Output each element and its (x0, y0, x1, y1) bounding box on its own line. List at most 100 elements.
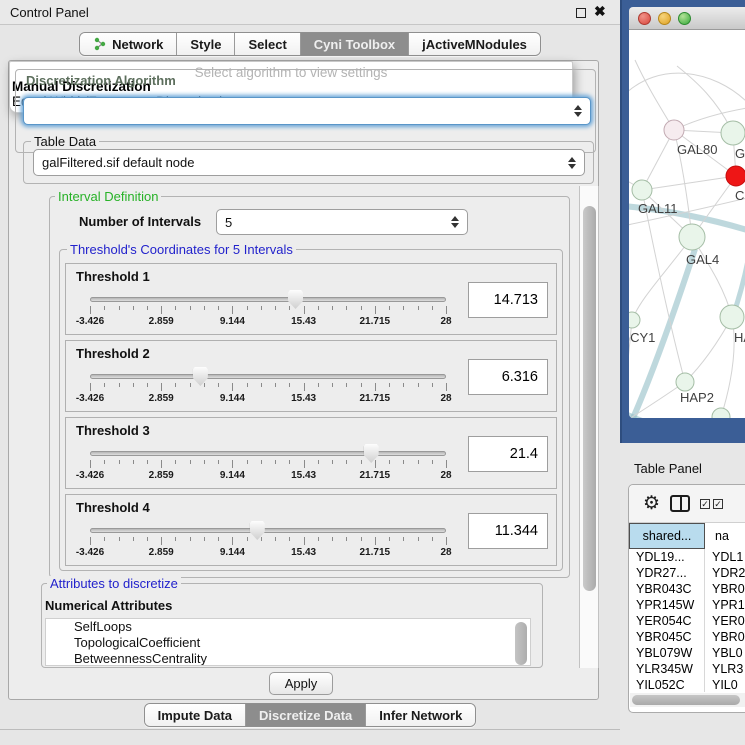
combo-arrows-icon (568, 157, 576, 169)
slider-track[interactable] (90, 528, 446, 533)
network-view-window[interactable]: GAL80GACGAL11GAL4GCY1HAHAP2 (620, 0, 745, 443)
numerical-attributes-label: Numerical Attributes (45, 598, 172, 613)
network-canvas[interactable]: GAL80GACGAL11GAL4GCY1HAHAP2 (629, 30, 745, 418)
num-intervals-label: Number of Intervals (79, 214, 201, 229)
slider-ticks (90, 306, 446, 315)
network-node (721, 121, 745, 145)
threshold-row: Threshold 3-3.4262.8599.14415.4321.71528… (65, 417, 557, 489)
table-row[interactable]: YLR345WYLR3 (629, 661, 745, 677)
network-node (629, 312, 640, 328)
tab-cyni-toolbox[interactable]: Cyni Toolbox (301, 33, 409, 55)
table-row[interactable]: YBR045CYBR0 (629, 629, 745, 645)
interval-definition-title: Interval Definition (55, 189, 161, 204)
tab-select[interactable]: Select (235, 33, 300, 55)
node-label: GAL11 (638, 201, 678, 216)
column-layout-icon[interactable] (670, 495, 690, 512)
table-data-combobox[interactable]: galFiltered.sif default node (33, 149, 585, 176)
table-row[interactable]: YDR27...YDR2 (629, 565, 745, 581)
slider-track[interactable] (90, 451, 446, 456)
table-row[interactable]: YPR145WYPR1 (629, 597, 745, 613)
threshold-row: Threshold 4 -3.4262.8599.14415.4321.71528… (65, 494, 557, 566)
table-row[interactable]: YER054CYER0 (629, 613, 745, 629)
list-scrollbar[interactable] (515, 622, 527, 665)
threshold-value-field[interactable]: 14.713 (468, 282, 548, 318)
table-container: ⚙ ✓ ✓ shared... na YDL19...YDL1YDR27...Y… (628, 484, 745, 713)
table-toolbar: ⚙ ✓ ✓ (629, 485, 745, 523)
combo-arrows-icon (451, 216, 459, 228)
threshold-label: Threshold 1 (76, 269, 150, 284)
slider-track[interactable] (90, 374, 446, 379)
float-window-icon[interactable] (576, 8, 586, 18)
apply-button[interactable]: Apply (269, 672, 333, 695)
scrollbar-thumb[interactable] (632, 695, 740, 705)
table-rows[interactable]: YDL19...YDL1YDR27...YDR2YBR043CYBR0YPR14… (629, 549, 745, 692)
table-row[interactable]: YBL079WYBL0 (629, 645, 745, 661)
gear-icon[interactable]: ⚙ (643, 494, 660, 513)
checkbox-checked-icon[interactable]: ✓ (700, 499, 710, 509)
slider-track[interactable] (90, 297, 446, 302)
attribute-item[interactable]: SelfLoops (46, 619, 530, 635)
zoom-traffic-light[interactable] (678, 12, 691, 25)
node-label: GCY1 (629, 330, 655, 345)
slider-ticks (90, 537, 446, 546)
combo-arrows-icon (574, 105, 582, 117)
slider-tick-labels: -3.4262.8599.14415.4321.71528 (90, 393, 446, 405)
slider-ticks (90, 460, 446, 469)
attribute-item[interactable]: TopologicalCoefficient (46, 635, 530, 651)
network-node (720, 305, 744, 329)
close-icon[interactable]: ✖ (594, 3, 606, 20)
tab-discretize-data[interactable]: Discretize Data (246, 704, 366, 726)
network-icon (93, 37, 107, 51)
network-graph: GAL80GACGAL11GAL4GCY1HAHAP2 (629, 30, 745, 418)
numerical-attributes-list[interactable]: SelfLoops TopologicalCoefficient Between… (45, 618, 531, 666)
network-node (664, 120, 684, 140)
tab-infer-network[interactable]: Infer Network (366, 704, 475, 726)
table-row[interactable]: YDL19...YDL1 (629, 549, 745, 565)
table-header: shared... na (629, 523, 745, 549)
node-label: GA (735, 146, 745, 161)
scrollbar-thumb[interactable] (583, 206, 596, 591)
network-node (726, 166, 745, 186)
slider-tick-labels: -3.4262.8599.14415.4321.71528 (90, 547, 446, 559)
node-label: C (735, 188, 744, 203)
network-window-titlebar[interactable] (629, 7, 745, 30)
threshold-value-field[interactable]: 11.344 (468, 513, 548, 549)
table-row[interactable]: YBR043CYBR0 (629, 581, 745, 597)
tab-network-label: Network (112, 37, 163, 52)
column-header-name[interactable]: na (705, 523, 745, 549)
threshold-value-field[interactable]: 21.4 (468, 436, 548, 472)
tab-jactivemnodules[interactable]: jActiveMNodules (409, 33, 540, 55)
node-label: GAL80 (677, 142, 717, 157)
minimize-traffic-light[interactable] (658, 12, 671, 25)
network-node (676, 373, 694, 391)
threshold-label: Threshold 4 (76, 500, 150, 515)
threshold-row: Threshold 2 -3.4262.8599.14415.4321.71528… (65, 340, 557, 412)
tab-style[interactable]: Style (177, 33, 235, 55)
table-row[interactable]: YIL052CYIL0 (629, 677, 745, 692)
cyni-toolbox-content: Discretization Algorithm Select algorith… (8, 60, 599, 700)
slider-ticks (90, 383, 446, 392)
node-label: GAL4 (686, 252, 719, 267)
threshold-value-field[interactable]: 6.316 (468, 359, 548, 395)
network-node (632, 180, 652, 200)
num-intervals-combobox[interactable]: 5 (216, 209, 468, 235)
column-header-shared-name[interactable]: shared... (629, 523, 705, 549)
table-hscrollbar[interactable] (630, 693, 745, 707)
table-panel: Table Panel ⚙ ✓ ✓ shared... na YDL19...Y… (620, 443, 745, 745)
divider (0, 729, 620, 730)
threshold-label: Threshold 2 (76, 346, 150, 361)
panel-scrollbar[interactable] (579, 186, 599, 668)
close-traffic-light[interactable] (638, 12, 651, 25)
slider-tick-labels: -3.4262.8599.14415.4321.71528 (90, 316, 446, 328)
top-tab-bar: Network Style Select Cyni Toolbox jActiv… (0, 32, 620, 56)
checkbox-checked-icon[interactable]: ✓ (713, 499, 723, 509)
bottom-tab-bar: Impute Data Discretize Data Infer Networ… (0, 703, 620, 727)
discretization-algorithm-title: Discretization Algorithm (23, 73, 179, 88)
thresholds-list: Threshold 1 -3.4262.8599.14415.4321.71528… (59, 249, 563, 571)
attribute-item[interactable]: BetweennessCentrality (46, 651, 530, 666)
control-panel: Control Panel ✖ Network Style Select Cyn… (0, 0, 620, 745)
algorithm-combobox[interactable] (23, 97, 591, 125)
tab-impute-data[interactable]: Impute Data (145, 704, 246, 726)
tab-network[interactable]: Network (80, 33, 177, 55)
table-data-title: Table Data (31, 134, 99, 149)
